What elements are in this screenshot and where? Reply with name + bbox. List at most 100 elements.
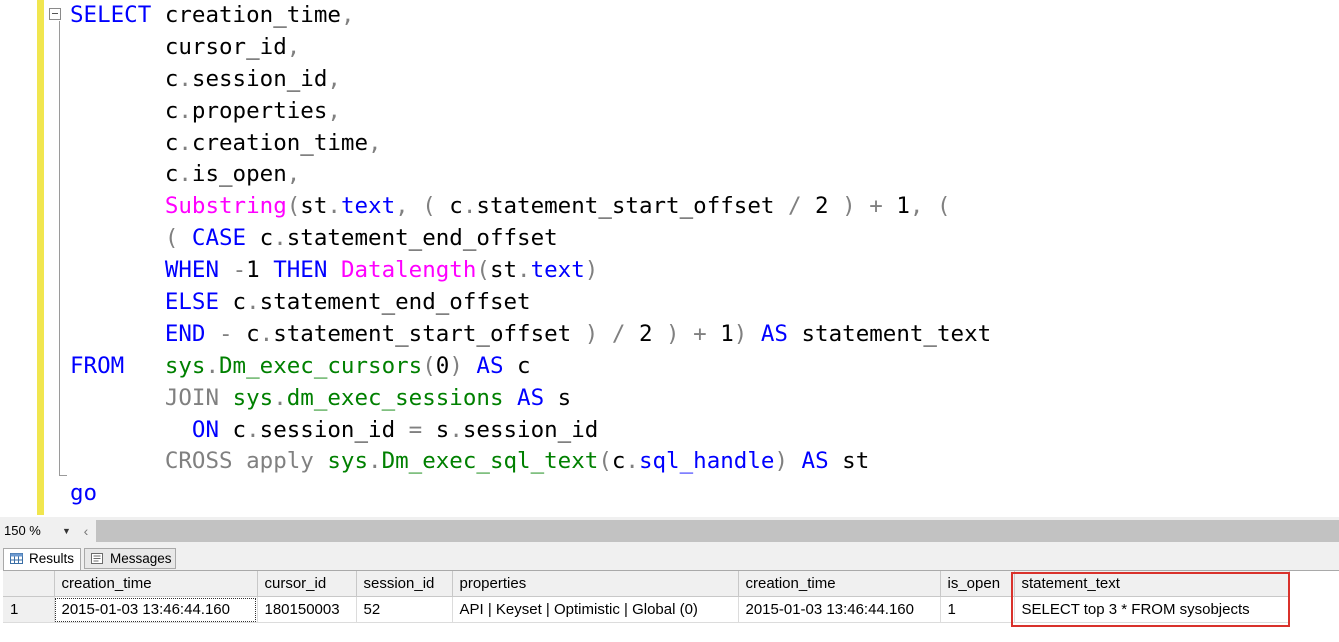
column-header-session-id[interactable]: session_id <box>356 571 453 597</box>
zoom-dropdown[interactable]: 150 % ▼ <box>2 522 74 540</box>
code-token: statement_end_offset <box>259 289 531 316</box>
code-token: 1 <box>706 320 734 347</box>
code-token: CASE <box>191 225 247 252</box>
column-header-statement-text[interactable]: statement_text <box>1014 571 1290 597</box>
outline-line <box>59 21 60 476</box>
column-header-is-open[interactable]: is_open <box>940 571 1015 597</box>
code-text[interactable]: SELECT creation_time, cursor_id, c.sessi… <box>70 0 991 510</box>
code-token: s <box>422 416 450 443</box>
results-grid[interactable]: creation_time cursor_id session_id prope… <box>3 570 1339 642</box>
collapse-icon[interactable] <box>49 8 61 20</box>
code-token: , <box>395 193 409 220</box>
code-token: ) <box>842 193 856 220</box>
tab-messages[interactable]: Messages <box>84 548 176 569</box>
code-token: text <box>340 193 396 220</box>
code-token: . <box>259 320 274 347</box>
code-line[interactable]: WHEN -1 THEN Datalength(st.text) <box>70 255 991 287</box>
code-token: - <box>232 257 247 284</box>
code-token: Dm_exec_sql_text <box>381 448 599 475</box>
code-line[interactable]: c.properties, <box>70 96 991 128</box>
change-tracking-bar <box>37 0 44 515</box>
code-line[interactable]: SELECT creation_time, <box>70 0 991 32</box>
cell-statement-text[interactable]: SELECT top 3 * FROM sysobjects <box>1014 596 1290 623</box>
code-token: c <box>70 97 179 124</box>
code-token: 1 <box>246 257 274 284</box>
code-token: c <box>70 129 179 156</box>
code-token: AS <box>517 384 545 411</box>
cell-is-open[interactable]: 1 <box>940 596 1015 623</box>
column-header-properties[interactable]: properties <box>452 571 739 597</box>
code-line[interactable]: ON c.session_id = s.session_id <box>70 415 991 447</box>
code-token: - <box>219 320 233 347</box>
code-token: + <box>693 320 707 347</box>
code-token: . <box>517 257 531 284</box>
code-line[interactable]: END - c.statement_start_offset ) / 2 ) +… <box>70 319 991 351</box>
table-row[interactable]: 1 2015-01-03 13:46:44.160 180150003 52 A… <box>3 596 1290 623</box>
code-token: c <box>219 289 247 316</box>
scroll-left-icon[interactable]: ‹ <box>78 522 94 540</box>
code-line[interactable]: c.session_id, <box>70 64 991 96</box>
code-token: , <box>327 65 341 92</box>
code-token: ) <box>584 257 599 284</box>
code-token: sys <box>232 384 274 411</box>
code-line[interactable]: FROM sys.Dm_exec_cursors(0) AS c <box>70 351 991 383</box>
code-line[interactable]: JOIN sys.dm_exec_sessions AS s <box>70 383 991 415</box>
cell-cursor-id[interactable]: 180150003 <box>257 596 357 623</box>
code-line[interactable]: c.creation_time, <box>70 128 991 160</box>
code-token: creation_time <box>151 2 341 28</box>
code-token: ELSE <box>164 289 220 316</box>
tab-results[interactable]: Results <box>3 548 81 570</box>
query-editor[interactable]: SELECT creation_time, cursor_id, c.sessi… <box>0 0 1339 517</box>
row-number[interactable]: 1 <box>3 596 55 623</box>
code-line[interactable]: CROSS apply sys.Dm_exec_sql_text(c.sql_h… <box>70 446 991 478</box>
messages-icon <box>91 553 103 564</box>
code-line[interactable]: cursor_id, <box>70 32 991 64</box>
code-token: . <box>273 384 287 411</box>
code-token: session_id <box>191 65 328 92</box>
code-line[interactable]: c.is_open, <box>70 159 991 191</box>
code-token: text <box>530 257 585 284</box>
code-line[interactable]: Substring(st.text, ( c.statement_start_o… <box>70 191 991 223</box>
code-token: ) <box>774 448 788 475</box>
code-token: ) <box>666 320 680 347</box>
code-token: go <box>70 480 98 507</box>
code-token: c <box>435 193 463 220</box>
cell-properties[interactable]: API | Keyset | Optimistic | Global (0) <box>452 596 739 623</box>
column-header-creation-time-2[interactable]: creation_time <box>738 571 941 597</box>
horizontal-scrollbar-thumb[interactable] <box>96 520 1339 542</box>
code-token: s <box>544 384 572 411</box>
code-token: session_id <box>259 416 409 443</box>
code-token: statement_end_offset <box>286 225 558 252</box>
code-token: sys <box>327 448 369 475</box>
code-token: . <box>178 161 192 188</box>
code-token: dm_exec_sessions <box>286 384 504 411</box>
code-token: ( <box>598 448 612 475</box>
code-token: / <box>611 320 626 347</box>
column-header-cursor-id[interactable]: cursor_id <box>257 571 357 597</box>
cell-creation-time-2[interactable]: 2015-01-03 13:46:44.160 <box>738 596 941 623</box>
code-token: sql_handle <box>638 448 775 475</box>
code-line[interactable]: ELSE c.statement_end_offset <box>70 287 991 319</box>
code-token: END <box>164 320 206 347</box>
code-line[interactable]: go <box>70 478 991 510</box>
code-token: c <box>611 448 626 475</box>
cell-creation-time[interactable]: 2015-01-03 13:46:44.160 <box>54 596 258 623</box>
code-token: , <box>286 161 301 188</box>
code-token: JOIN <box>164 384 220 411</box>
code-token: apply <box>246 448 314 475</box>
column-header-creation-time[interactable]: creation_time <box>54 571 258 597</box>
cell-session-id[interactable]: 52 <box>356 596 453 623</box>
code-token: c <box>232 320 260 347</box>
code-token: THEN <box>273 257 328 284</box>
code-token: . <box>625 448 639 475</box>
code-token: st <box>828 448 870 475</box>
code-line[interactable]: ( CASE c.statement_end_offset <box>70 223 991 255</box>
code-token: ( <box>422 352 436 379</box>
code-token: FROM <box>70 352 125 379</box>
